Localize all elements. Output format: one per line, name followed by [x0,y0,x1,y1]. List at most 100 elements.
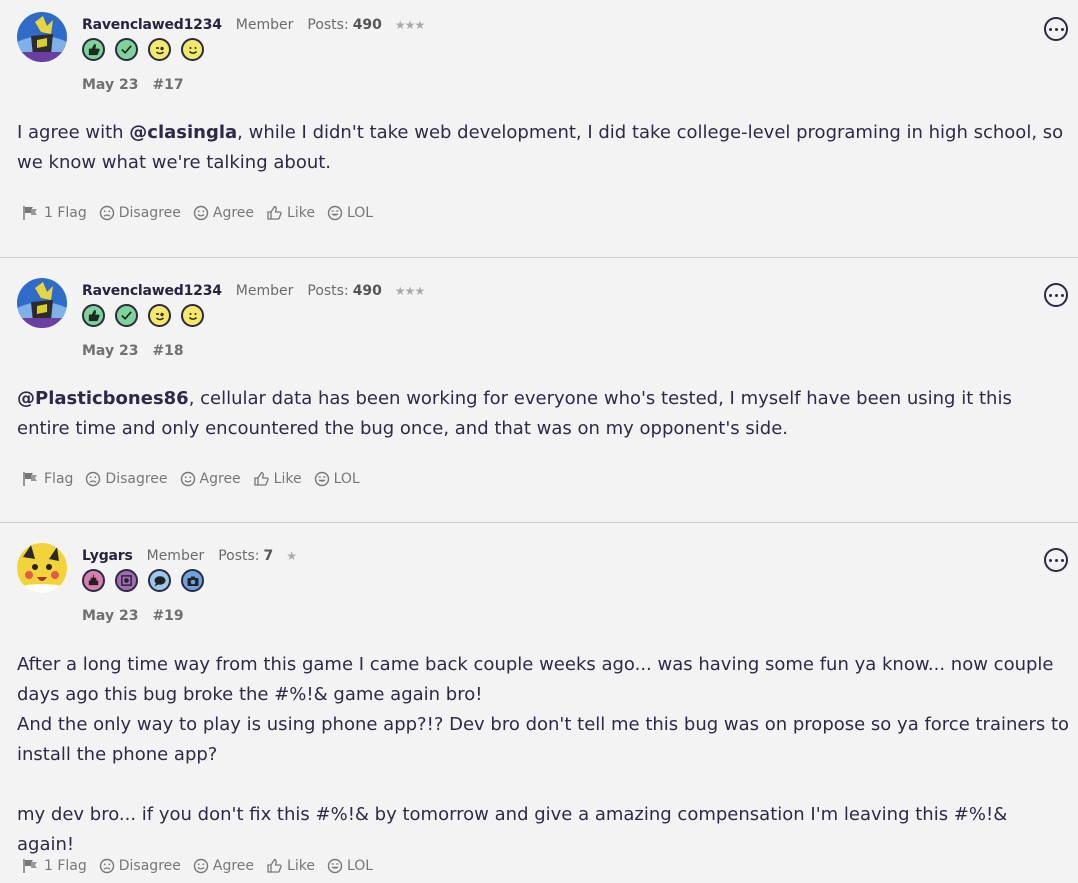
flag-button[interactable]: 1 Flag [22,205,87,221]
flag-icon [23,859,37,873]
post-date[interactable]: May 23 [82,343,138,359]
lol-button[interactable]: LOL [327,858,373,874]
dot [1060,558,1064,562]
sad-face-icon [86,471,101,487]
badge-row [82,569,204,592]
agree-button[interactable]: Agree [180,471,241,487]
camera-icon[interactable] [181,569,204,592]
author-name[interactable]: Ravenclawed1234 [82,283,222,299]
more-options-button[interactable] [1044,283,1068,307]
author-name[interactable]: Ravenclawed1234 [82,17,222,33]
flag-button[interactable]: 1 Flag [22,858,87,874]
lol-label: LOL [346,205,374,221]
post-meta: Lygars Member Posts: 7 ★ [82,548,297,564]
chat-bubble-icon[interactable] [148,569,171,592]
flag-icon [23,206,37,220]
post-number[interactable]: #19 [152,608,183,624]
avatar[interactable] [17,12,67,62]
post-date[interactable]: May 23 [82,77,138,93]
posts-count: 490 [352,283,382,299]
user-role: Member [235,17,294,33]
post-body: @Plasticbones86, cellular data has been … [17,384,1070,444]
dot [1048,293,1052,297]
smile-face-icon [193,858,209,874]
post-date-row: May 23 #19 [82,608,184,624]
body-paragraph: my dev bro... if you don't fix this #%!&… [17,804,1008,855]
post-17: Ravenclawed1234 Member Posts: 490 ★★★ Ma… [0,0,1078,257]
thumb-up-outline-icon [267,858,282,873]
flag-button[interactable]: Flag [22,471,73,487]
mention-link[interactable]: @Plasticbones86 [17,388,189,409]
avatar[interactable] [17,278,67,328]
wink-icon[interactable] [148,304,171,327]
avatar[interactable] [17,543,67,593]
smile-icon[interactable] [181,38,204,61]
disagree-button[interactable]: Disagree [99,205,181,221]
more-options-button[interactable] [1044,548,1068,572]
dot [1060,27,1064,31]
post-actions: 1 Flag Disagree Agree Like LOL [22,205,385,221]
agree-label: Agree [212,858,255,874]
like-label: Like [287,205,315,221]
smile-face-icon [193,205,209,221]
badge-row [82,304,204,327]
user-role: Member [146,548,205,564]
laugh-face-icon [314,471,329,487]
author-name[interactable]: Lygars [82,548,133,564]
post-18: Ravenclawed1234 Member Posts: 490 ★★★ Ma… [0,257,1078,522]
smile-face-icon [180,471,195,487]
disagree-button[interactable]: Disagree [99,858,181,874]
post-19: Lygars Member Posts: 7 ★ May 23 #19 After… [0,522,1078,883]
laugh-face-icon [327,205,343,221]
user-role: Member [235,283,294,299]
more-options-button[interactable] [1044,17,1068,41]
agree-label: Agree [199,471,241,487]
check-icon[interactable] [115,304,138,327]
smile-icon[interactable] [181,304,204,327]
dot [1054,27,1058,31]
lol-label: LOL [333,471,360,487]
rank-stars: ★★★ [394,284,425,298]
agree-button[interactable]: Agree [193,858,254,874]
photo-frame-icon[interactable] [115,569,138,592]
wink-icon[interactable] [148,38,171,61]
lol-button[interactable]: LOL [314,471,360,487]
posts-label: Posts: [218,548,260,564]
post-meta: Ravenclawed1234 Member Posts: 490 ★★★ [82,17,425,33]
dot [1054,293,1058,297]
thumb-up-outline-icon [267,205,282,220]
lol-button[interactable]: LOL [327,205,373,221]
agree-button[interactable]: Agree [193,205,254,221]
lol-label: LOL [346,858,374,874]
thumb-up-outline-icon [254,471,269,486]
rank-stars: ★ [286,549,297,563]
post-date[interactable]: May 23 [82,608,138,624]
disagree-button[interactable]: Disagree [85,471,168,487]
check-icon[interactable] [115,38,138,61]
post-number[interactable]: #18 [152,343,183,359]
post-body: After a long time way from this game I c… [17,650,1070,860]
post-number[interactable]: #17 [152,77,183,93]
mention-link[interactable]: @clasingla [129,122,237,143]
thumb-up-icon[interactable] [82,304,105,327]
thumb-up-icon[interactable] [82,38,105,61]
post-meta: Ravenclawed1234 Member Posts: 490 ★★★ [82,283,425,299]
dot [1048,558,1052,562]
sad-face-icon [99,205,114,221]
like-button[interactable]: Like [266,205,315,221]
cake-icon[interactable] [82,569,105,592]
like-button[interactable]: Like [253,471,302,487]
rank-stars: ★★★ [394,18,425,32]
flag-icon [23,472,37,486]
like-button[interactable]: Like [266,858,315,874]
like-label: Like [287,858,315,874]
sad-face-icon [99,858,114,874]
post-date-row: May 23 #18 [82,343,184,359]
disagree-label: Disagree [105,471,168,487]
badge-row [82,38,204,61]
agree-label: Agree [212,205,255,221]
dot [1048,27,1052,31]
dot [1054,558,1058,562]
disagree-label: Disagree [118,205,181,221]
